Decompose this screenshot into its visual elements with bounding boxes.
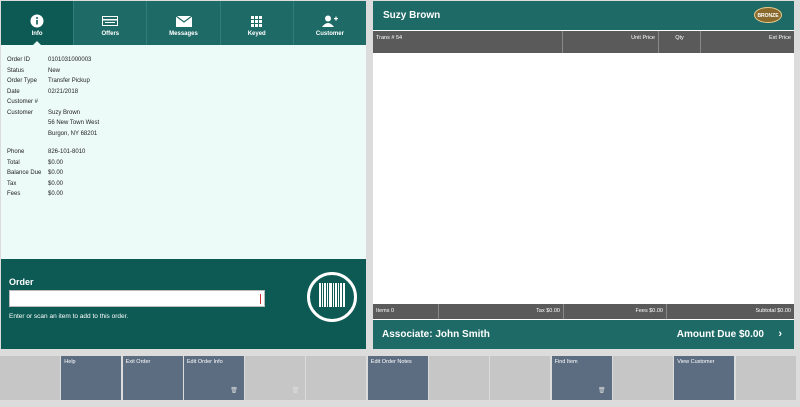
status-value: New	[48, 67, 61, 74]
fkey-empty-2: 🗑	[245, 356, 306, 400]
chevron-right-icon: ›	[778, 328, 782, 340]
scan-barcode-button[interactable]	[307, 272, 357, 322]
order-details: Order ID 0101031000003 Status New Order Ty…	[1, 45, 366, 200]
col-trans: Trans # 54	[373, 31, 563, 53]
customer-name-value: Suzy Brown	[48, 109, 81, 116]
order-entry-title: Order	[9, 277, 34, 287]
col-unit-price: Unit Price	[563, 31, 659, 53]
tab-customer[interactable]: Customer	[294, 1, 366, 45]
tab-label: Messages	[169, 31, 198, 37]
edit-order-notes-button[interactable]: Edit Order Notes	[367, 356, 428, 400]
col-ext-price: Ext Price	[768, 35, 791, 41]
fkey-empty-3	[306, 356, 367, 400]
date-value: 02/21/2018	[48, 88, 79, 95]
detail-row: Burgon, NY 68201	[7, 129, 366, 140]
items-count: Items 0	[373, 304, 439, 319]
offers-icon	[102, 14, 119, 28]
total-value: $0.00	[48, 159, 64, 166]
detail-row: Tax $0.00	[7, 179, 366, 190]
detail-row: Balance Due $0.00	[7, 168, 366, 179]
loyalty-badge-label: BRONZE	[757, 13, 779, 19]
transaction-panel: Suzy Brown BRONZE Trans # 54 Unit Price …	[373, 1, 794, 349]
customer-name: Suzy Brown	[383, 10, 441, 21]
tax-value: $0.00	[48, 180, 64, 187]
fkey-empty-7	[735, 356, 796, 400]
function-key-bar: Help Exit Order Edit Order Info 🗑 🗑 Edit …	[0, 356, 800, 402]
text-caret	[260, 294, 261, 304]
fees-value: $0.00	[48, 191, 64, 197]
exit-order-button[interactable]: Exit Order	[122, 356, 183, 400]
detail-row: Customer #	[7, 97, 366, 108]
detail-row: Total $0.00	[7, 158, 366, 169]
tax-total: Tax $0.00	[439, 304, 564, 319]
tab-label: Keyed	[247, 31, 266, 37]
info-icon	[30, 14, 44, 28]
envelope-icon	[175, 14, 192, 28]
detail-row: 56 New Town West	[7, 118, 366, 129]
customer-number-value	[48, 97, 366, 108]
order-entry-hint: Enter or scan an item to add to this ord…	[9, 313, 129, 320]
totals-bar: Items 0 Tax $0.00 Fees $0.00 Subtotal $0…	[373, 304, 794, 319]
tab-label: Offers	[101, 31, 120, 37]
loyalty-badge[interactable]: BRONZE	[754, 7, 782, 23]
order-type-value: Transfer Pickup	[48, 78, 90, 84]
tab-info[interactable]: Info	[1, 1, 75, 46]
customer-header: Suzy Brown BRONZE	[373, 1, 794, 30]
detail-row: Phone 826-101-8010	[7, 147, 366, 158]
view-customer-button[interactable]: View Customer	[674, 356, 735, 400]
order-id-value: 0101031000003	[48, 57, 92, 63]
pos-screen: Info Offers Messages Keyed Customer Orde…	[0, 0, 800, 407]
tab-messages[interactable]: Messages	[147, 1, 221, 45]
tab-bar: Info Offers Messages Keyed Customer	[1, 1, 366, 46]
trash-icon: 🗑	[230, 388, 238, 394]
fkey-empty-6	[612, 356, 673, 400]
fkey-empty-1	[0, 356, 60, 400]
add-customer-icon	[321, 14, 338, 28]
find-item-button[interactable]: Find Item 🗑	[551, 356, 612, 400]
detail-row: Status New	[7, 66, 366, 77]
fkey-empty-5	[490, 356, 551, 400]
item-table-header: Trans # 54 Unit Price Qty Ext Price	[373, 31, 794, 53]
tab-offers[interactable]: Offers	[74, 1, 148, 45]
barcode-icon	[319, 282, 345, 312]
customer-address-line2: Burgon, NY 68201	[48, 130, 98, 137]
tab-label: Customer	[315, 31, 344, 37]
fees-total: Fees $0.00	[564, 304, 667, 319]
col-qty: Qty	[659, 31, 701, 53]
keypad-icon	[251, 14, 263, 28]
associate-name: Associate: John Smith	[382, 329, 490, 340]
help-button[interactable]: Help	[61, 356, 122, 400]
customer-address-line1: 56 New Town West	[48, 120, 100, 126]
amount-due-bar[interactable]: Associate: John Smith Amount Due $0.00 ›	[373, 320, 794, 349]
detail-row: Date 02/21/2018	[7, 87, 366, 98]
item-entry-input[interactable]	[9, 290, 265, 307]
amount-due: Amount Due $0.00	[676, 329, 764, 340]
balance-due-value: $0.00	[48, 170, 64, 176]
detail-row: Customer Suzy Brown	[7, 108, 366, 119]
fkey-empty-4	[429, 356, 490, 400]
detail-row: Fees $0.00	[7, 189, 366, 200]
trash-icon: 🗑	[598, 388, 606, 394]
edit-order-info-button[interactable]: Edit Order Info 🗑	[183, 356, 244, 400]
trash-icon: 🗑	[291, 388, 300, 394]
phone-value: 826-101-8010	[48, 149, 86, 155]
detail-row: Order ID 0101031000003	[7, 55, 366, 66]
tab-label: Info	[31, 31, 43, 37]
subtotal: Subtotal $0.00	[755, 308, 791, 314]
tab-keyed[interactable]: Keyed	[221, 1, 294, 45]
detail-row: Order Type Transfer Pickup	[7, 76, 366, 87]
